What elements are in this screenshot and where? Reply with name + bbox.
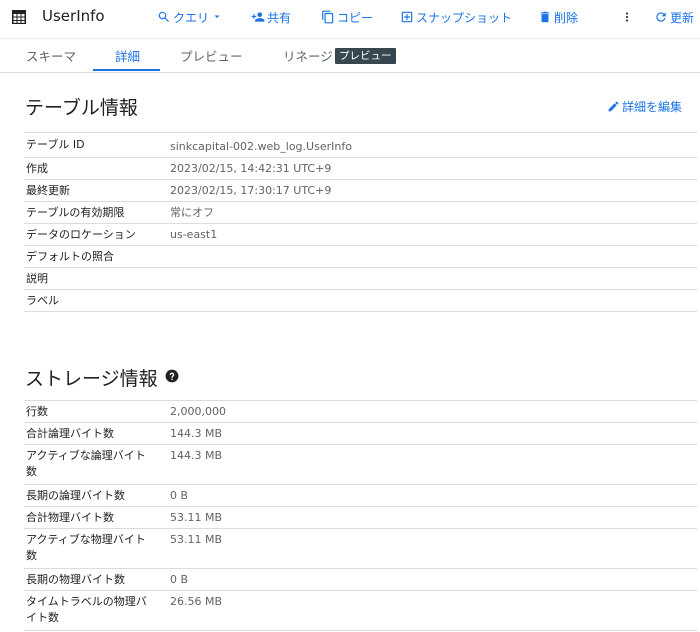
row-value: 144.3 MB — [170, 449, 223, 462]
copy-icon — [322, 10, 334, 24]
row-key: ラベル — [26, 294, 59, 307]
person-add-icon — [251, 12, 265, 22]
storage-info-list: 行数 2,000,000 合計論理バイト数 144.3 MB アクティブな論理バイト… — [24, 400, 697, 631]
row-key: 長期の論理バイト数 — [26, 489, 125, 502]
query-label: クエリ — [173, 10, 210, 25]
snapshot-button[interactable]: スナップショット — [400, 0, 512, 34]
row-key: デフォルトの照合 — [26, 250, 114, 263]
tab-lineage[interactable]: リネージ — [283, 39, 333, 71]
row-key: 行数 — [26, 405, 48, 418]
row-key: テーブルの有効期限 — [26, 206, 125, 219]
preview-badge: プレビュー — [335, 48, 396, 64]
storage-info-row: 長期の物理バイト数 0 B — [24, 569, 697, 591]
copy-button[interactable]: コピー — [321, 0, 373, 34]
row-key: 合計論理バイト数 — [26, 427, 114, 440]
row-value: 2023/02/15, 14:42:31 UTC+9 — [170, 162, 332, 175]
row-key: 最終更新 — [26, 184, 70, 197]
row-value: sinkcapital-002.web_log.UserInfo — [170, 140, 352, 153]
storage-info-row: 行数 2,000,000 — [24, 401, 697, 423]
storage-info-row: アクティブな論理バイト数 144.3 MB — [24, 445, 697, 485]
tab-schema[interactable]: スキーマ — [26, 39, 76, 71]
storage-info-row: タイムトラベルの物理バイト数 26.56 MB — [24, 591, 697, 631]
storage-info-title: ストレージ情報 — [25, 368, 158, 390]
row-value: 26.56 MB — [170, 595, 223, 608]
row-key: 合計物理バイト数 — [26, 511, 114, 524]
more-button[interactable] — [620, 0, 636, 34]
delete-button[interactable]: 削除 — [538, 0, 578, 34]
row-key: 説明 — [26, 272, 48, 285]
table-info-row: 最終更新 2023/02/15, 17:30:17 UTC+9 — [24, 180, 697, 202]
storage-info-row: アクティブな物理バイト数 53.11 MB — [24, 529, 697, 569]
row-key: アクティブな論理バイト数 — [26, 449, 146, 478]
row-key: タイムトラベルの物理バイト数 — [26, 595, 147, 624]
edit-details-label: 詳細を編集 — [621, 100, 682, 114]
row-value: 53.11 MB — [170, 511, 223, 524]
row-value: us-east1 — [170, 228, 218, 241]
row-key: データのロケーション — [26, 228, 136, 241]
copy-label: コピー — [337, 10, 374, 25]
query-button[interactable]: クエリ — [157, 0, 225, 34]
row-key: 長期の物理バイト数 — [26, 573, 125, 586]
snapshot-icon — [401, 11, 413, 23]
storage-info-row: 長期の論理バイト数 0 B — [24, 485, 697, 507]
share-button[interactable]: 共有 — [251, 0, 291, 34]
row-value: 53.11 MB — [170, 533, 223, 546]
storage-info-row: 合計物理バイト数 53.11 MB — [24, 507, 697, 529]
help-icon[interactable] — [165, 369, 179, 383]
table-info-row: 作成 2023/02/15, 14:42:31 UTC+9 — [24, 158, 697, 180]
table-info-row: ラベル — [24, 290, 697, 312]
tab-details[interactable]: 詳細 — [115, 39, 140, 71]
table-info-title: テーブル情報 — [25, 97, 138, 119]
table-info-row: データのロケーション us-east1 — [24, 224, 697, 246]
tab-bar: スキーマ 詳細 プレビュー リネージ プレビュー — [0, 38, 700, 73]
row-value: 常にオフ — [170, 206, 214, 219]
refresh-icon — [656, 12, 666, 22]
row-key: テーブル ID — [26, 138, 85, 151]
table-info-row: テーブルの有効期限 常にオフ — [24, 202, 697, 224]
caret-down-icon — [214, 15, 220, 18]
pencil-icon — [608, 101, 619, 112]
snapshot-label: スナップショット — [416, 10, 513, 25]
row-value: 2023/02/15, 17:30:17 UTC+9 — [170, 184, 332, 197]
row-value: 0 B — [170, 489, 189, 502]
search-icon — [158, 11, 169, 22]
share-label: 共有 — [267, 10, 292, 25]
row-key: 作成 — [26, 162, 48, 175]
row-value: 144.3 MB — [170, 427, 223, 440]
refresh-button[interactable]: 更新 — [654, 0, 694, 34]
row-value: 2,000,000 — [170, 405, 226, 418]
active-tab-indicator — [93, 69, 160, 71]
page-title: UserInfo — [42, 7, 105, 25]
delete-label: 削除 — [554, 10, 579, 25]
table-info-list: テーブル ID sinkcapital-002.web_log.UserInfo … — [24, 132, 697, 312]
row-value: 0 B — [170, 573, 189, 586]
refresh-label: 更新 — [670, 10, 695, 25]
toolbar: UserInfo クエリ 共有 コピー スナップショット 削除 更新 — [0, 0, 700, 38]
tab-preview[interactable]: プレビュー — [180, 39, 243, 71]
more-vert-icon — [625, 12, 629, 22]
storage-info-row: 合計論理バイト数 144.3 MB — [24, 423, 697, 445]
row-key: アクティブな物理バイト数 — [26, 533, 146, 562]
table-info-row: 説明 — [24, 268, 697, 290]
edit-details-link[interactable]: 詳細を編集 — [607, 98, 682, 115]
trash-icon — [540, 11, 550, 23]
table-info-row: テーブル ID sinkcapital-002.web_log.UserInfo — [24, 133, 697, 158]
table-icon — [12, 10, 26, 24]
table-info-row: デフォルトの照合 — [24, 246, 697, 268]
